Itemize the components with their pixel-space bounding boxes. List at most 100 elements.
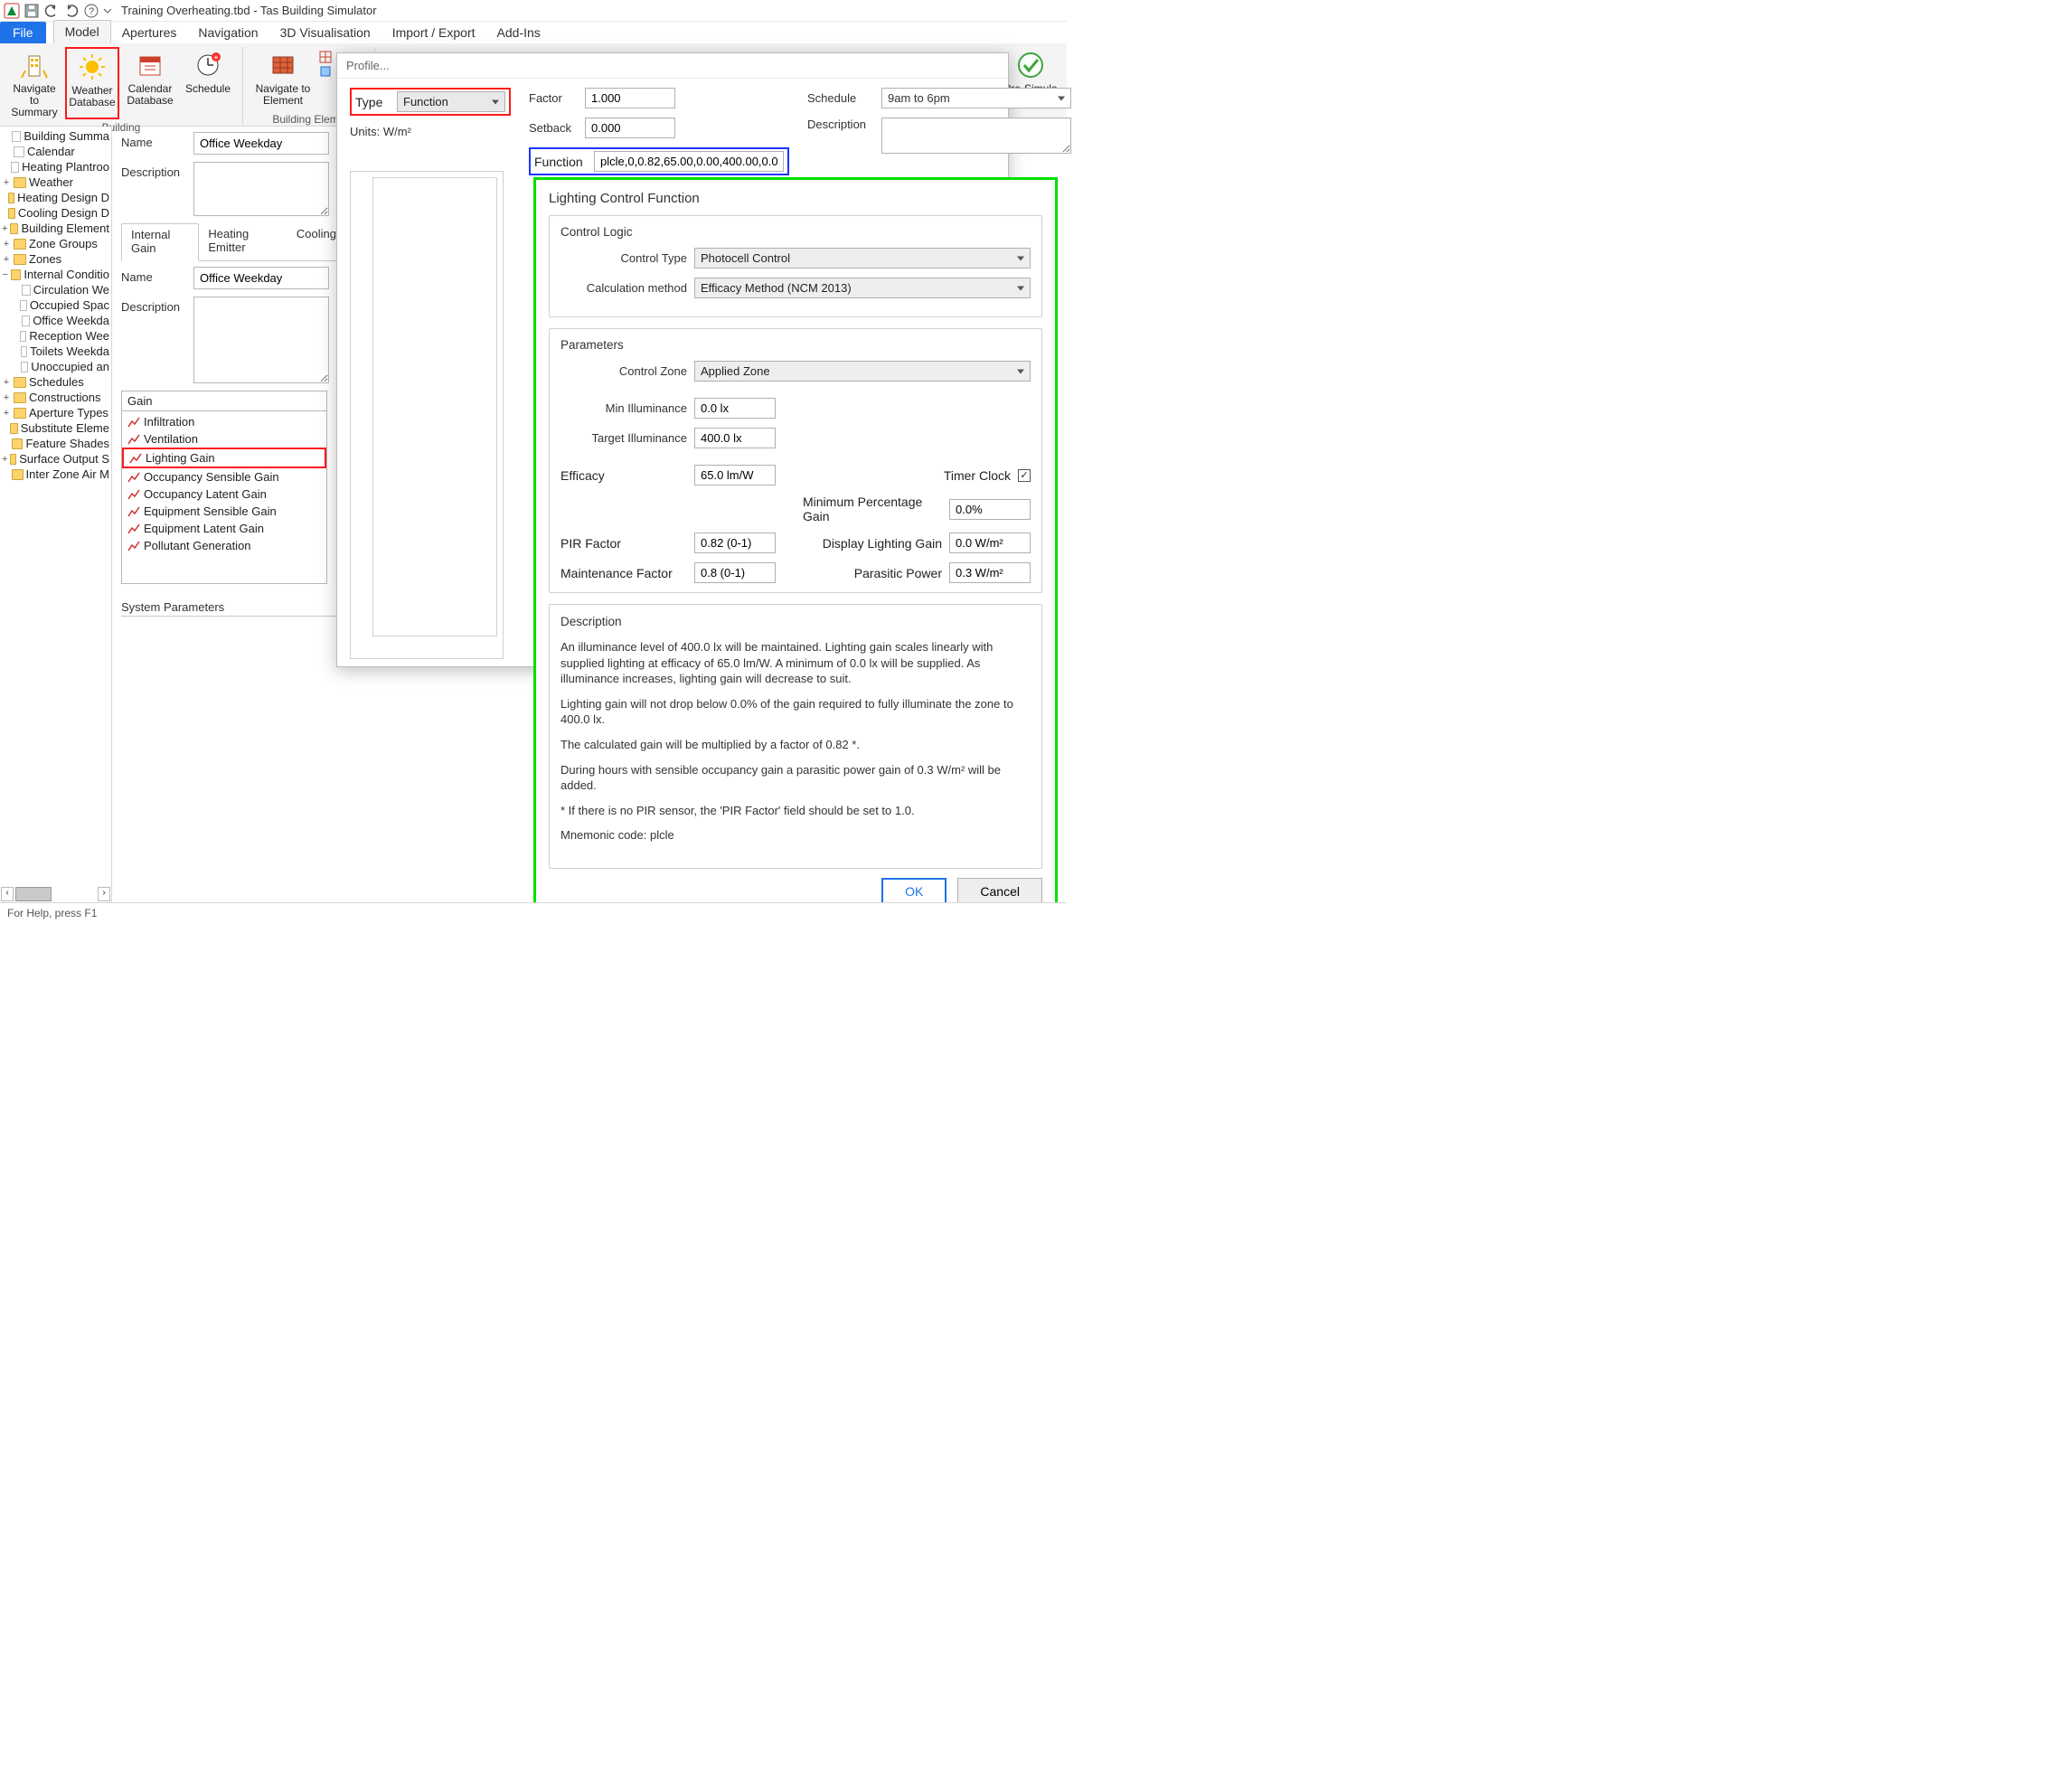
- gain-item[interactable]: Equipment Latent Gain: [122, 520, 326, 537]
- para-label: Parasitic Power: [854, 566, 942, 580]
- lcf-desc-p4: During hours with sensible occupancy gai…: [560, 762, 1031, 794]
- schedule-select[interactable]: 9am to 6pm: [881, 88, 1071, 108]
- tree-item[interactable]: Toilets Weekda: [0, 344, 111, 359]
- tree-item[interactable]: −Internal Conditio: [0, 267, 111, 282]
- tab-importexport[interactable]: Import / Export: [381, 22, 486, 43]
- calendar-db-button[interactable]: Calendar Database: [123, 47, 177, 119]
- tab-internal-gain[interactable]: Internal Gain: [121, 223, 199, 261]
- gain-header: Gain: [122, 391, 326, 411]
- status-bar: For Help, press F1: [0, 902, 1067, 922]
- gain-item[interactable]: Ventilation: [122, 430, 326, 448]
- function-input[interactable]: [594, 151, 784, 172]
- min-ill-input[interactable]: [694, 398, 776, 419]
- cancel-button[interactable]: Cancel: [957, 878, 1042, 905]
- efficacy-input[interactable]: [694, 465, 776, 485]
- description-input[interactable]: [193, 162, 329, 216]
- tree-item[interactable]: Inter Zone Air M: [0, 467, 111, 482]
- lcf-title: Lighting Control Function: [549, 191, 1042, 206]
- ctrl-zone-select[interactable]: Applied Zone: [694, 361, 1031, 382]
- calc-method-select[interactable]: Efficacy Method (NCM 2013): [694, 278, 1031, 298]
- weather-db-button[interactable]: Weather Database: [65, 47, 119, 119]
- tab-addins[interactable]: Add-Ins: [486, 22, 551, 43]
- tree-item[interactable]: Building Summa: [0, 128, 111, 144]
- tree-item[interactable]: Office Weekda: [0, 313, 111, 328]
- ok-button[interactable]: OK: [881, 878, 947, 905]
- navigate-summary-button[interactable]: Navigate to Summary: [7, 47, 61, 119]
- tree-item[interactable]: Cooling Design D: [0, 205, 111, 221]
- sun-icon: [76, 51, 108, 83]
- disp-label: Display Lighting Gain: [823, 536, 942, 551]
- ig-name-input[interactable]: [193, 267, 329, 289]
- tree-item[interactable]: +Building Element: [0, 221, 111, 236]
- tree-item[interactable]: +Weather: [0, 174, 111, 190]
- lcf-desc-p1: An illuminance level of 400.0 lx will be…: [560, 639, 1031, 687]
- tree-item[interactable]: Circulation We: [0, 282, 111, 297]
- gain-item[interactable]: Occupancy Sensible Gain: [122, 468, 326, 485]
- svg-text:+: +: [214, 53, 219, 61]
- type-select[interactable]: Function: [397, 91, 505, 112]
- check-circle-icon: [1014, 49, 1047, 81]
- gain-list[interactable]: InfiltrationVentilationLighting GainOccu…: [122, 411, 326, 556]
- tree-item[interactable]: Heating Design D: [0, 190, 111, 205]
- maint-input[interactable]: [694, 562, 776, 583]
- tree-item[interactable]: Unoccupied an: [0, 359, 111, 374]
- save-icon[interactable]: [24, 3, 40, 19]
- tree-item[interactable]: Reception Wee: [0, 328, 111, 344]
- description-label: Description: [121, 162, 193, 179]
- undo-icon[interactable]: [43, 3, 60, 19]
- lcf-section-logic: Control Logic: [560, 225, 1031, 239]
- help-icon[interactable]: ?: [83, 3, 99, 19]
- tree-item[interactable]: Feature Shades: [0, 436, 111, 451]
- name-input[interactable]: [193, 132, 329, 155]
- tree-item[interactable]: +Zone Groups: [0, 236, 111, 251]
- tab-model[interactable]: Model: [53, 20, 111, 43]
- tree-item[interactable]: Calendar: [0, 144, 111, 159]
- gain-item[interactable]: Lighting Gain: [122, 448, 326, 468]
- tab-navigation[interactable]: Navigation: [187, 22, 268, 43]
- efficacy-label: Efficacy: [560, 468, 687, 483]
- setback-input[interactable]: [585, 118, 675, 138]
- tree-hscroll[interactable]: ‹ ›: [0, 886, 111, 902]
- tab-heating-emitter[interactable]: Heating Emitter: [199, 223, 287, 260]
- gain-item[interactable]: Pollutant Generation: [122, 537, 326, 554]
- tree-item[interactable]: +Surface Output S: [0, 451, 111, 467]
- tree-item[interactable]: +Constructions: [0, 390, 111, 405]
- tree-item[interactable]: Occupied Spac: [0, 297, 111, 313]
- qat-dropdown-icon[interactable]: [103, 3, 112, 19]
- ribbon-group-elements: Building Eleme: [272, 113, 344, 126]
- tab-apertures[interactable]: Apertures: [111, 22, 188, 43]
- project-tree[interactable]: Building SummaCalendarHeating Plantroo+W…: [0, 127, 111, 886]
- gain-item[interactable]: Infiltration: [122, 413, 326, 430]
- pir-input[interactable]: [694, 533, 776, 553]
- ig-name-label: Name: [121, 267, 193, 284]
- gain-item[interactable]: Equipment Sensible Gain: [122, 503, 326, 520]
- tab-3dvis[interactable]: 3D Visualisation: [269, 22, 381, 43]
- disp-input[interactable]: [949, 533, 1031, 553]
- tree-item[interactable]: Substitute Eleme: [0, 420, 111, 436]
- setback-label: Setback: [529, 121, 579, 135]
- navigate-element-button[interactable]: Navigate to Element: [250, 47, 316, 111]
- ctrl-type-select[interactable]: Photocell Control: [694, 248, 1031, 269]
- tgt-ill-input[interactable]: [694, 428, 776, 448]
- tree-item[interactable]: +Schedules: [0, 374, 111, 390]
- timer-checkbox[interactable]: ✓: [1018, 469, 1031, 482]
- tree-item[interactable]: +Zones: [0, 251, 111, 267]
- lcf-desc-p5: * If there is no PIR sensor, the 'PIR Fa…: [560, 803, 1031, 819]
- tgt-ill-label: Target Illuminance: [560, 431, 687, 445]
- para-input[interactable]: [949, 562, 1031, 583]
- profile-title: Profile...: [337, 53, 1008, 79]
- ig-desc-input[interactable]: [193, 297, 329, 383]
- factor-input[interactable]: [585, 88, 675, 108]
- prof-desc-input[interactable]: [881, 118, 1071, 154]
- minpct-input[interactable]: [949, 499, 1031, 520]
- gain-item[interactable]: Occupancy Latent Gain: [122, 485, 326, 503]
- system-params-header: System Parameters: [121, 600, 345, 617]
- tree-item[interactable]: +Aperture Types: [0, 405, 111, 420]
- tree-item[interactable]: Heating Plantroo: [0, 159, 111, 174]
- file-tab[interactable]: File: [0, 22, 46, 43]
- redo-icon[interactable]: [63, 3, 80, 19]
- clock-icon: +: [192, 49, 224, 81]
- units-label: Units: W/m²: [350, 125, 511, 138]
- lcf-desc-p3: The calculated gain will be multiplied b…: [560, 737, 1031, 753]
- schedule-button[interactable]: + Schedule: [181, 47, 235, 119]
